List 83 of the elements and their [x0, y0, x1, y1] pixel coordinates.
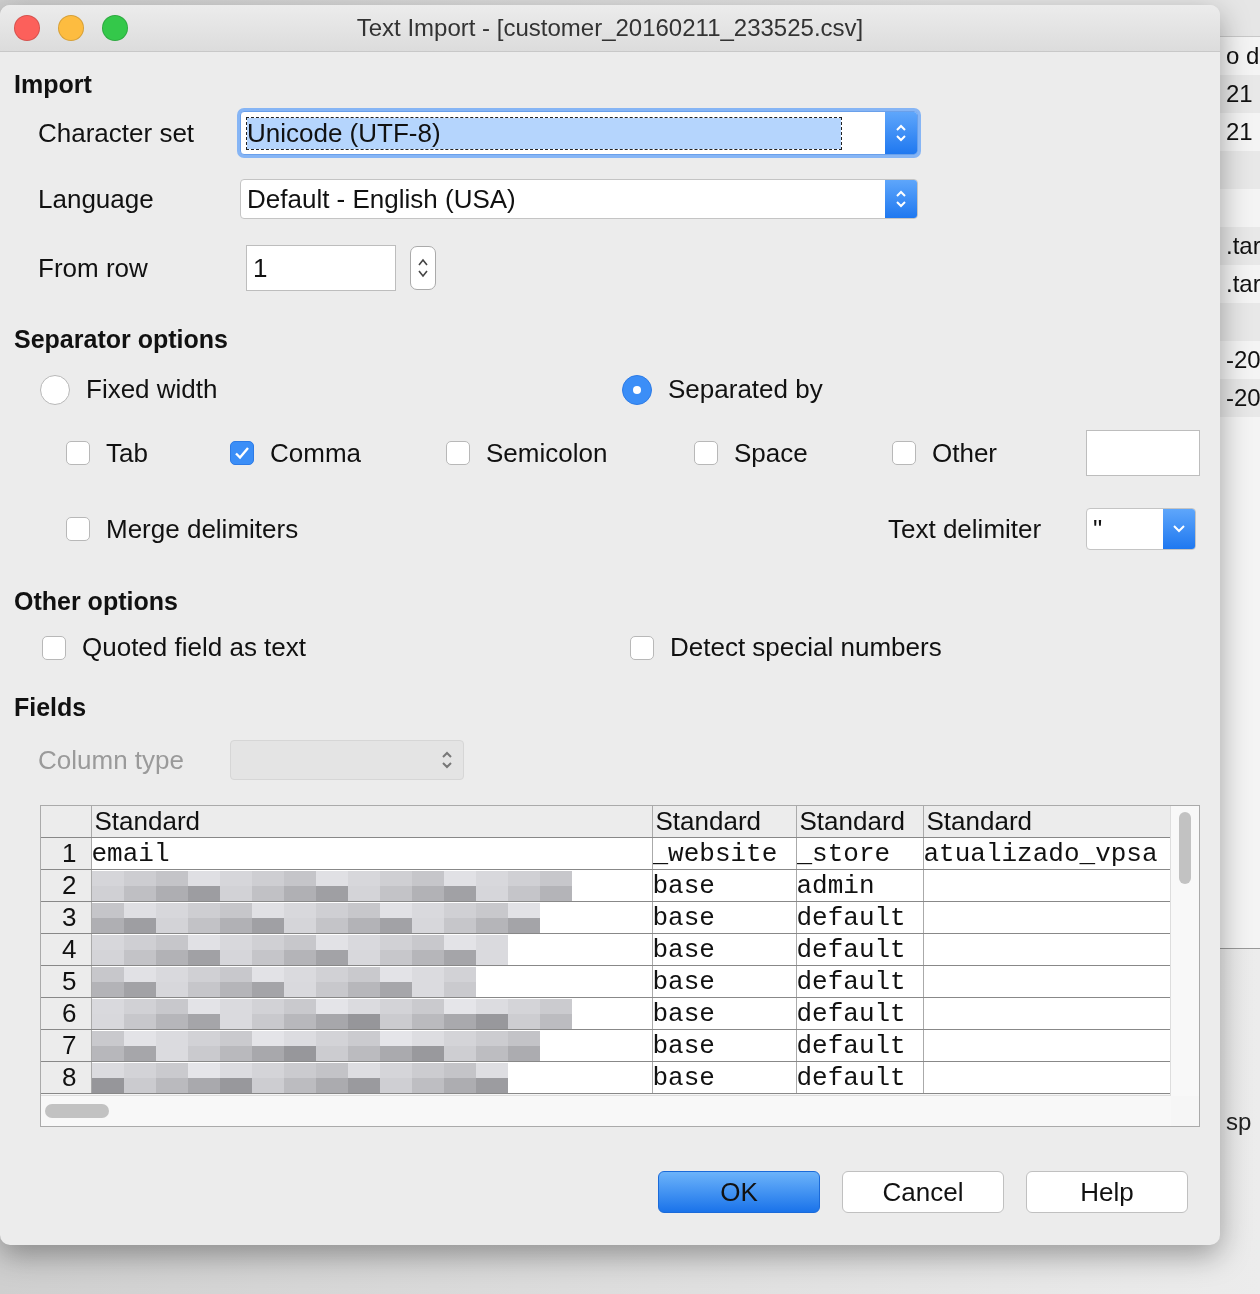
- field-label: Character set: [38, 117, 196, 149]
- table-cell: base: [652, 933, 796, 966]
- language-dropdown[interactable]: Default - English (USA): [240, 179, 918, 219]
- radio-button[interactable]: [40, 374, 70, 405]
- table-cell: default: [796, 997, 923, 1030]
- row-number: 5: [41, 965, 91, 998]
- select-value: Unicode (UTF-8): [247, 117, 841, 149]
- checkbox[interactable]: [446, 441, 470, 465]
- row-number: 3: [41, 901, 91, 934]
- text-delimiter-dropdown[interactable]: ": [1086, 508, 1196, 550]
- table-cell: _website: [652, 837, 796, 870]
- up-down-arrows-icon: [894, 188, 908, 210]
- field-label: Text delimiter: [888, 513, 1043, 545]
- checkbox[interactable]: [694, 441, 718, 465]
- option-label: Comma: [270, 437, 361, 469]
- checkbox[interactable]: [66, 441, 90, 465]
- checkbox[interactable]: [230, 441, 254, 465]
- option-label: Quoted field as text: [82, 632, 307, 663]
- checkbox[interactable]: [66, 517, 90, 541]
- row-number: 7: [41, 1029, 91, 1062]
- field-label: Language: [38, 183, 155, 215]
- character-set-dropdown[interactable]: Unicode (UTF-8): [240, 111, 918, 155]
- select-value: Default - English (USA): [247, 183, 516, 215]
- option-label: Other: [932, 437, 998, 469]
- section-heading: Separator options: [14, 325, 229, 354]
- table-cell: email: [91, 837, 652, 870]
- column-header[interactable]: Standard: [652, 806, 796, 838]
- scrollbar-thumb[interactable]: [45, 1104, 109, 1118]
- field-label: From row: [38, 252, 149, 284]
- column-header[interactable]: Standard: [923, 806, 1173, 838]
- scrollbar-thumb[interactable]: [1179, 812, 1191, 884]
- option-label: Merge delimiters: [106, 513, 299, 545]
- table-cell: base: [652, 997, 796, 1030]
- column-header[interactable]: Standard: [796, 806, 923, 838]
- option-label: Detect special numbers: [670, 632, 942, 663]
- table-cell: base: [652, 965, 796, 998]
- minimize-button[interactable]: [58, 15, 84, 41]
- row-number: 1: [41, 837, 91, 870]
- row-number: 4: [41, 933, 91, 966]
- table-cell: base: [652, 901, 796, 934]
- checkbox[interactable]: [42, 635, 66, 660]
- close-button[interactable]: [14, 15, 40, 41]
- table-cell: admin: [796, 869, 923, 902]
- option-label: Space: [734, 437, 808, 469]
- table-cell: default: [796, 965, 923, 998]
- section-heading: Fields: [14, 693, 88, 722]
- section-heading: Other options: [14, 587, 179, 616]
- row-number: 6: [41, 997, 91, 1030]
- table-cell: base: [652, 1061, 796, 1094]
- table-cell: default: [796, 901, 923, 934]
- background-text: sp: [1226, 1108, 1252, 1136]
- radio-button[interactable]: [622, 374, 652, 405]
- row-number: 2: [41, 869, 91, 902]
- zoom-button[interactable]: [102, 15, 128, 41]
- up-down-arrows-icon: [440, 749, 454, 771]
- dialog-button[interactable]: Cancel: [842, 1171, 1004, 1213]
- up-down-arrows-icon: [417, 256, 429, 280]
- option-label: Separated by: [668, 374, 823, 405]
- table-cell: default: [796, 1029, 923, 1062]
- table-cell: base: [652, 1029, 796, 1062]
- other-separator-field[interactable]: [1086, 430, 1200, 476]
- column-header[interactable]: Standard: [91, 806, 652, 838]
- chevron-down-icon: [1172, 524, 1186, 534]
- section-heading: Import: [14, 70, 93, 99]
- from-row-field[interactable]: 1: [246, 245, 396, 291]
- up-down-arrows-icon: [894, 122, 908, 144]
- field-label: Column type: [38, 744, 185, 776]
- window-title: Text Import - [customer_20160211_233525.csv]: [356, 14, 864, 41]
- table-cell: _store: [796, 837, 923, 870]
- checkbox[interactable]: [630, 635, 654, 660]
- row-number: 8: [41, 1061, 91, 1094]
- select-value: ": [1093, 513, 1103, 545]
- dialog-button[interactable]: OK: [658, 1171, 820, 1213]
- stepper[interactable]: [410, 246, 436, 290]
- table-cell: default: [796, 933, 923, 966]
- checkbox[interactable]: [892, 441, 916, 465]
- option-label: Tab: [106, 437, 148, 469]
- option-label: Semicolon: [486, 437, 608, 469]
- table-cell: atualizado_vpsa: [923, 837, 1173, 870]
- table-cell: default: [796, 1061, 923, 1094]
- table-cell: base: [652, 869, 796, 902]
- dialog-button[interactable]: Help: [1026, 1171, 1188, 1213]
- option-label: Fixed width: [86, 374, 218, 405]
